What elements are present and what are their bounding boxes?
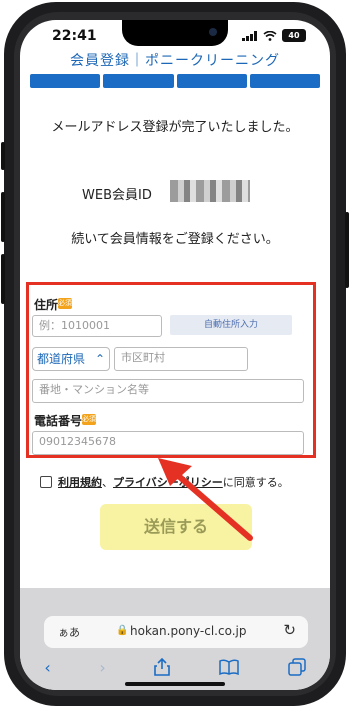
camera-icon xyxy=(209,28,217,36)
completion-message: メールアドレス登録が完了いたしました。 xyxy=(51,120,299,135)
city-input[interactable]: 市区町村 xyxy=(114,347,248,371)
address-label: 住所 xyxy=(34,298,59,312)
volume-up-button xyxy=(1,192,5,242)
webid-label: WEB会員ID xyxy=(82,188,152,203)
wifi-icon xyxy=(263,30,277,41)
browser-toolbar: ‹ › xyxy=(20,654,330,680)
status-bar: 22:41 40 xyxy=(20,20,330,48)
share-icon[interactable] xyxy=(154,658,171,676)
lock-icon: 🔒 xyxy=(116,625,129,636)
url-bar[interactable]: ぁあ 🔒 hokan.pony-cl.co.jp ↻ xyxy=(44,616,308,648)
terms-link[interactable]: 利用規約 xyxy=(58,476,102,489)
text-size-button[interactable]: ぁあ xyxy=(58,624,80,640)
street-input[interactable]: 番地・マンション名等 xyxy=(32,379,304,403)
step-segment xyxy=(249,74,320,88)
battery-icon: 40 xyxy=(282,29,306,42)
reload-icon[interactable]: ↻ xyxy=(283,621,296,639)
instruction-text: 続いて会員情報をご登録ください。 xyxy=(71,232,279,247)
status-icons: 40 xyxy=(242,29,306,42)
annotation-arrow-icon xyxy=(158,458,253,541)
required-badge: 必須 xyxy=(82,414,96,425)
screen: 22:41 40 会員登録｜ポニークリーニング メールアドレス登録が完了いたしま… xyxy=(20,20,330,690)
site-title: 会員登録｜ポニークリーニング xyxy=(70,53,280,69)
prefecture-select[interactable]: 都道府県 ⌃ xyxy=(32,347,110,371)
progress-steps xyxy=(30,74,320,88)
webid-masked-value xyxy=(170,180,250,202)
tabs-icon[interactable] xyxy=(287,658,306,676)
status-time: 22:41 xyxy=(52,28,97,44)
phone-label: 電話番号 xyxy=(34,414,83,428)
forward-icon[interactable]: › xyxy=(99,658,105,677)
prefecture-select-label: 都道府県 xyxy=(37,352,86,366)
postal-code-input[interactable]: 例：1010001 xyxy=(32,315,162,337)
chevron-updown-icon: ⌃ xyxy=(94,352,105,366)
url-text: hokan.pony-cl.co.jp xyxy=(130,624,247,638)
signal-icon xyxy=(242,30,257,41)
back-icon[interactable]: ‹ xyxy=(44,658,50,677)
step-segment xyxy=(103,74,174,88)
volume-down-button xyxy=(1,254,5,304)
step-segment xyxy=(176,74,247,88)
step-segment xyxy=(30,74,101,88)
agree-checkbox[interactable] xyxy=(40,476,52,488)
auto-address-button[interactable]: 自動住所入力 xyxy=(170,315,292,335)
bookmarks-icon[interactable] xyxy=(219,659,239,675)
silent-switch xyxy=(1,142,5,170)
agreement-separator: 、 xyxy=(102,476,113,489)
home-indicator xyxy=(125,682,225,686)
required-badge: 必須 xyxy=(58,298,72,309)
power-button xyxy=(345,212,349,288)
